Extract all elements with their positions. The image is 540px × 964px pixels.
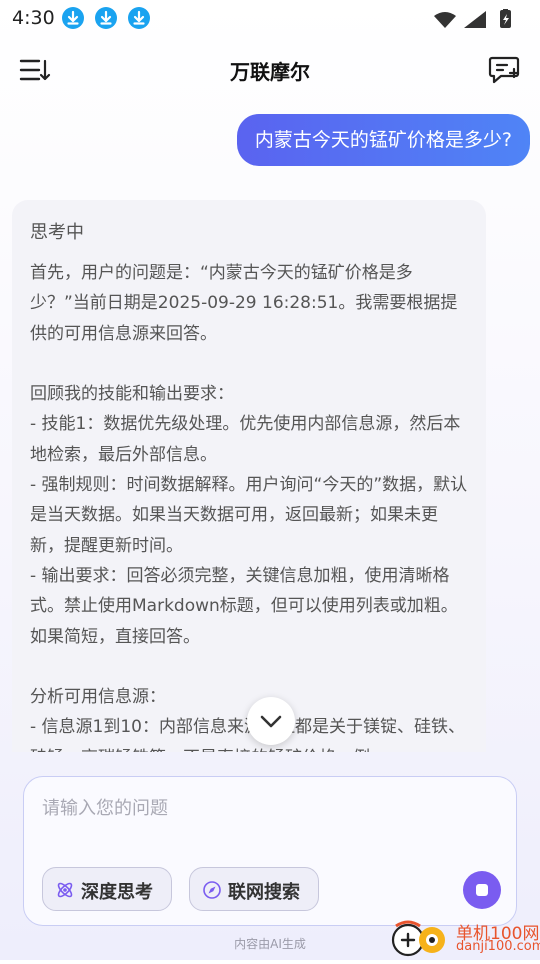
page-title: 万联摩尔	[230, 60, 310, 84]
user-message-bubble: 内蒙古今天的锰矿价格是多少?	[236, 114, 530, 166]
scroll-to-bottom-button[interactable]	[247, 697, 295, 745]
download-notification-icon	[128, 7, 150, 29]
thinking-status: 思考中	[30, 222, 84, 243]
web-search-button[interactable]: 联网搜索	[189, 867, 319, 911]
stop-icon	[476, 884, 488, 896]
status-bar: 4:30	[0, 0, 540, 38]
app-header: 万联摩尔	[0, 42, 540, 98]
web-search-label: 联网搜索	[228, 882, 300, 903]
new-chat-icon[interactable]	[488, 54, 524, 86]
compass-icon	[203, 881, 221, 899]
system-status-icons	[434, 9, 511, 28]
chat-input-box: 深度思考 联网搜索	[23, 776, 517, 926]
status-time: 4:30	[12, 7, 55, 29]
deep-think-label: 深度思考	[81, 882, 153, 903]
deep-think-button[interactable]: 深度思考	[42, 867, 172, 911]
thinking-text: 首先，用户的问题是：“内蒙古今天的锰矿价格是多少？”当前日期是2025-09-2…	[30, 263, 468, 752]
question-input[interactable]	[42, 795, 482, 821]
thinking-card: 思考中 首先，用户的问题是：“内蒙古今天的锰矿价格是多少？”当前日期是2025-…	[12, 200, 486, 752]
chevron-down-icon	[260, 715, 282, 728]
watermark-logo-icon	[391, 920, 445, 957]
site-watermark: 单机100网 danji100.com	[388, 916, 540, 960]
watermark-url: danji100.com	[456, 939, 540, 954]
atom-icon	[57, 882, 73, 898]
download-notification-icon	[62, 7, 84, 29]
download-notification-icon	[95, 7, 117, 29]
stop-generating-button[interactable]	[463, 871, 501, 909]
